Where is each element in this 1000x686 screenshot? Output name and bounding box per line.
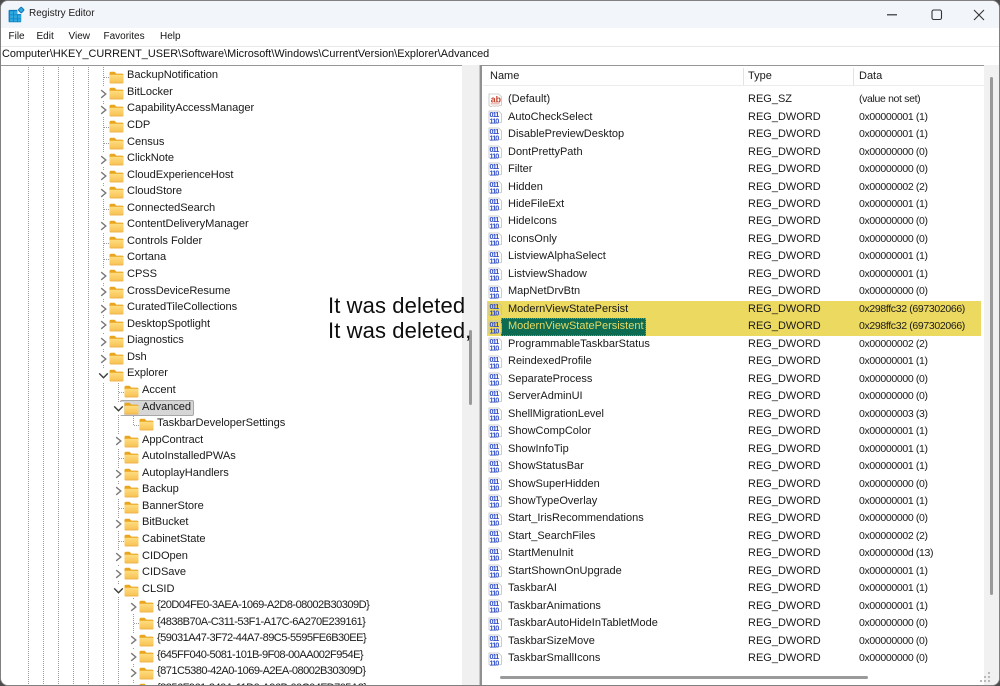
svg-text:110: 110 xyxy=(490,221,500,228)
svg-text:110: 110 xyxy=(490,658,500,665)
svg-text:110: 110 xyxy=(490,326,500,333)
svg-text:110: 110 xyxy=(490,291,500,298)
svg-text:110: 110 xyxy=(490,466,500,473)
svg-text:110: 110 xyxy=(490,379,500,386)
svg-text:110: 110 xyxy=(490,448,500,455)
svg-text:110: 110 xyxy=(490,536,500,543)
svg-text:110: 110 xyxy=(490,309,500,316)
svg-text:110: 110 xyxy=(490,414,500,421)
svg-text:110: 110 xyxy=(490,571,500,578)
svg-text:ab: ab xyxy=(491,94,502,104)
svg-text:110: 110 xyxy=(490,483,500,490)
svg-text:110: 110 xyxy=(490,553,500,560)
svg-text:110: 110 xyxy=(490,623,500,630)
svg-text:110: 110 xyxy=(490,134,500,141)
svg-text:110: 110 xyxy=(490,256,500,263)
svg-text:110: 110 xyxy=(490,501,500,508)
svg-text:110: 110 xyxy=(490,518,500,525)
svg-text:110: 110 xyxy=(490,117,500,124)
svg-text:110: 110 xyxy=(490,641,500,648)
svg-text:110: 110 xyxy=(490,186,500,193)
svg-text:110: 110 xyxy=(490,361,500,368)
svg-text:110: 110 xyxy=(490,169,500,176)
svg-text:110: 110 xyxy=(490,152,500,159)
svg-text:110: 110 xyxy=(490,344,500,351)
svg-text:110: 110 xyxy=(490,239,500,246)
svg-text:110: 110 xyxy=(490,606,500,613)
svg-text:110: 110 xyxy=(490,274,500,281)
svg-text:110: 110 xyxy=(490,396,500,403)
svg-text:110: 110 xyxy=(490,588,500,595)
svg-text:110: 110 xyxy=(490,204,500,211)
svg-text:110: 110 xyxy=(490,431,500,438)
